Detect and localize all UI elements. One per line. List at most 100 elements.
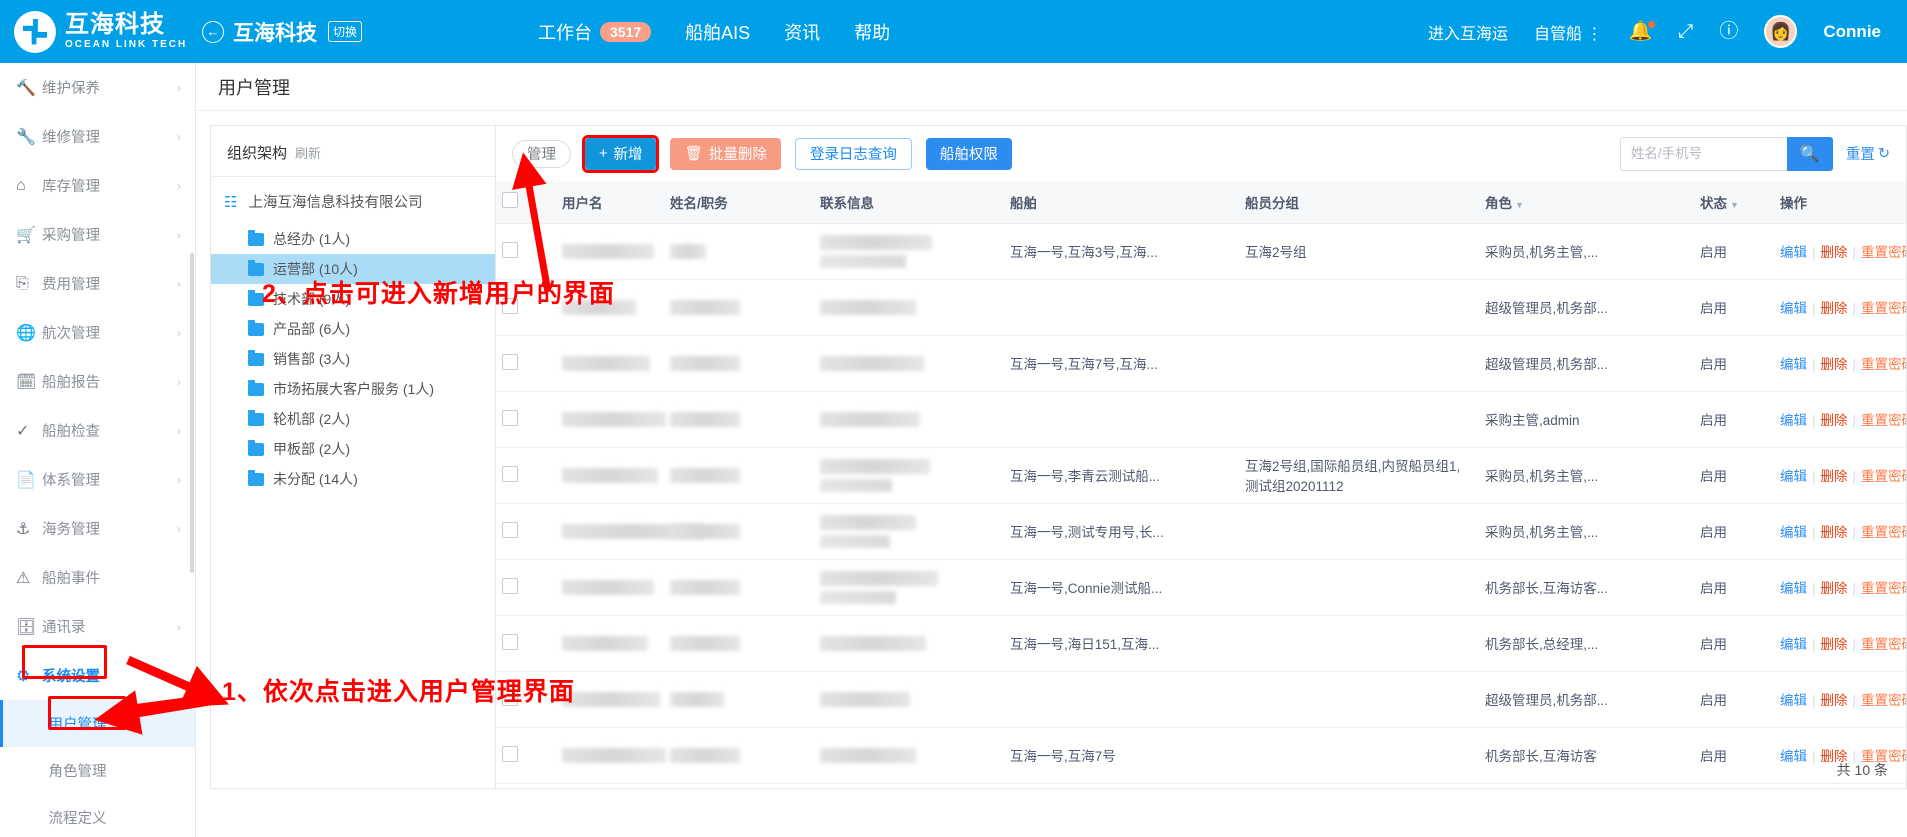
edit-link[interactable]: 编辑 [1780, 245, 1807, 260]
nav-item-ais[interactable]: 船舶AIS [685, 19, 750, 45]
edit-link[interactable]: 编辑 [1780, 637, 1807, 652]
cell-username [556, 503, 704, 560]
edit-link[interactable]: 编辑 [1780, 693, 1807, 708]
add-button[interactable]: + 新增 [585, 137, 657, 170]
col-status[interactable]: 状态 ▼ [1694, 181, 1774, 224]
delete-link[interactable]: 删除 [1821, 637, 1848, 652]
org-node[interactable]: 甲板部 (2人) [211, 434, 495, 464]
nav-item-news[interactable]: 资讯 [784, 19, 820, 45]
org-node[interactable]: 轮机部 (2人) [211, 404, 495, 434]
row-checkbox[interactable] [502, 633, 518, 650]
cell-operations[interactable]: 编辑|删除|重置密码 [1774, 279, 1906, 336]
sidebar-item-repair[interactable]: 🔧 维修管理 › [0, 112, 195, 161]
org-tree-refresh-button[interactable]: 刷新 [295, 143, 321, 162]
delete-link[interactable]: 删除 [1821, 693, 1848, 708]
back-arrow-icon[interactable]: ← [202, 20, 224, 43]
search-icon[interactable]: 🔍 [1786, 136, 1833, 171]
edit-link[interactable]: 编辑 [1780, 581, 1807, 596]
sidebar-item-role-management[interactable]: 角色管理 [0, 747, 195, 794]
row-checkbox[interactable] [502, 353, 518, 370]
reset-button[interactable]: 重置 ↻ [1846, 143, 1890, 164]
delete-link[interactable]: 删除 [1821, 581, 1848, 596]
sidebar-item-system-management[interactable]: 📄 体系管理 › [0, 455, 195, 504]
sidebar-item-voyage[interactable]: 🌐 航次管理 › [0, 308, 195, 357]
sidebar-item-user-management[interactable]: 用户管理 [0, 700, 195, 747]
org-node[interactable]: 未分配 (14人) [211, 464, 495, 494]
delete-link[interactable]: 删除 [1821, 469, 1848, 484]
sidebar-item-ship-report[interactable]: 🗓 船舶报告 › [0, 357, 195, 406]
row-checkbox[interactable] [502, 297, 518, 314]
row-checkbox[interactable] [502, 689, 518, 706]
cell-operations[interactable]: 编辑|删除|重置密码 [1774, 671, 1906, 728]
reset-password-link[interactable]: 重置密码 [1861, 357, 1906, 372]
org-node[interactable]: 市场拓展大客户服务 (1人) [211, 374, 495, 404]
fullscreen-icon[interactable]: ⤢ [1678, 22, 1693, 41]
reset-password-link[interactable]: 重置密码 [1861, 301, 1906, 316]
fleet-selector[interactable]: 自管船 [1534, 20, 1602, 44]
reset-password-link[interactable]: 重置密码 [1861, 525, 1906, 540]
sidebar-item-system-settings[interactable]: ⚙ 系统设置 ⌄ [0, 651, 195, 700]
row-checkbox[interactable] [502, 241, 518, 258]
switch-tenant-button[interactable]: 切换 [328, 21, 363, 42]
sidebar-item-maintenance[interactable]: 🔨 维护保养 › [0, 63, 195, 112]
org-node[interactable]: 销售部 (3人) [211, 344, 495, 374]
delete-link[interactable]: 删除 [1821, 301, 1848, 316]
row-checkbox[interactable] [502, 409, 518, 426]
cell-operations[interactable]: 编辑|删除|重置密码 [1774, 447, 1906, 504]
delete-link[interactable]: 删除 [1821, 413, 1848, 428]
sidebar-item-inventory[interactable]: ⌂ 库存管理 › [0, 161, 195, 210]
sidebar-scrollbar[interactable] [190, 253, 194, 573]
delete-link[interactable]: 删除 [1821, 245, 1848, 260]
reset-password-link[interactable]: 重置密码 [1861, 581, 1906, 596]
row-checkbox[interactable] [502, 521, 518, 538]
org-node[interactable]: 技术部 (9人) [211, 284, 495, 314]
org-tree-root[interactable]: ☷ 上海互海信息科技有限公司 [211, 177, 495, 224]
delete-link[interactable]: 删除 [1821, 525, 1848, 540]
sidebar-item-process-definition[interactable]: 流程定义 [0, 794, 195, 837]
sidebar-item-contacts[interactable]: 🗄 通讯录 › [0, 602, 195, 651]
sidebar-item-expense[interactable]: ⎘ 费用管理 › [0, 259, 195, 308]
cell-operations[interactable]: 编辑|删除|重置密码 [1774, 335, 1906, 392]
reset-password-link[interactable]: 重置密码 [1861, 469, 1906, 484]
sidebar-item-marine-affairs[interactable]: ⚓ 海务管理 › [0, 504, 195, 553]
search-input[interactable] [1619, 136, 1787, 171]
org-node[interactable]: 总经办 (1人) [211, 224, 495, 254]
question-circle-icon[interactable]: ⓘ [1719, 22, 1738, 41]
reset-password-link[interactable]: 重置密码 [1861, 637, 1906, 652]
org-node[interactable]: 产品部 (6人) [211, 314, 495, 344]
reset-password-link[interactable]: 重置密码 [1861, 693, 1906, 708]
manage-button[interactable]: 管理 [512, 139, 571, 168]
edit-link[interactable]: 编辑 [1780, 413, 1807, 428]
reset-password-link[interactable]: 重置密码 [1861, 413, 1906, 428]
col-role[interactable]: 角色 ▼ [1479, 181, 1694, 224]
enter-huhaiyun-link[interactable]: 进入互海运 [1428, 20, 1508, 44]
delete-link[interactable]: 删除 [1821, 357, 1848, 372]
row-checkbox[interactable] [502, 577, 518, 594]
avatar[interactable]: 👩 [1764, 15, 1798, 48]
login-log-query-button[interactable]: 登录日志查询 [794, 137, 912, 170]
edit-link[interactable]: 编辑 [1780, 357, 1807, 372]
sidebar-item-ship-inspection[interactable]: ✓ 船舶检查 › [0, 406, 195, 455]
sidebar-item-purchase[interactable]: 🛒 采购管理 › [0, 210, 195, 259]
ship-permission-button[interactable]: 船舶权限 [925, 137, 1012, 170]
cell-operations[interactable]: 编辑|删除|重置密码 [1774, 559, 1906, 616]
row-checkbox[interactable] [502, 465, 518, 482]
select-all-checkbox[interactable] [502, 192, 518, 209]
row-checkbox[interactable] [502, 745, 518, 762]
tenant-switcher[interactable]: ← 互海科技 切换 [202, 17, 363, 47]
batch-delete-button[interactable]: 🗑 批量删除 [670, 137, 781, 170]
cell-operations[interactable]: 编辑|删除|重置密码 [1774, 615, 1906, 672]
nav-item-help[interactable]: 帮助 [854, 19, 890, 45]
nav-item-workbench[interactable]: 工作台 3517 [538, 19, 652, 45]
edit-link[interactable]: 编辑 [1780, 301, 1807, 316]
edit-link[interactable]: 编辑 [1780, 749, 1807, 764]
sidebar-item-ship-event[interactable]: ⚠ 船舶事件 [0, 553, 195, 602]
cell-operations[interactable]: 编辑|删除|重置密码 [1774, 503, 1906, 560]
cell-operations[interactable]: 编辑|删除|重置密码 [1774, 391, 1906, 448]
edit-link[interactable]: 编辑 [1780, 469, 1807, 484]
org-node[interactable]: 运营部 (10人) [211, 254, 495, 284]
cell-operations[interactable]: 编辑|删除|重置密码 [1774, 223, 1906, 280]
reset-password-link[interactable]: 重置密码 [1861, 245, 1906, 260]
edit-link[interactable]: 编辑 [1780, 525, 1807, 540]
bell-icon[interactable]: 🔔 [1629, 21, 1656, 41]
